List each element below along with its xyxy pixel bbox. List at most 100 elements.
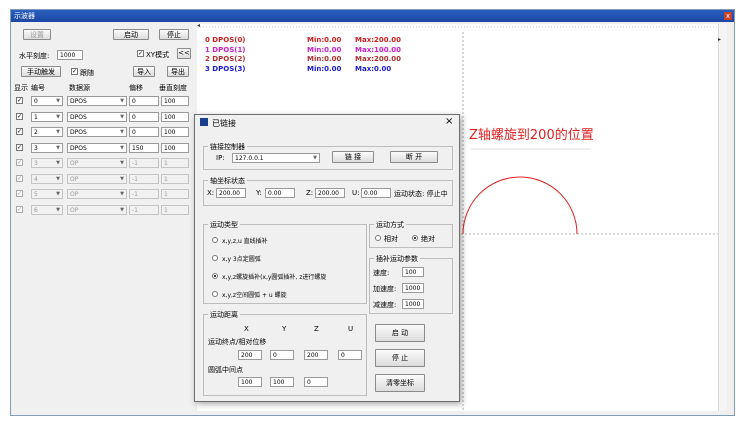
channel-source-select[interactable]: DPOS ▼ xyxy=(67,127,127,137)
accel-input[interactable]: 1000 xyxy=(402,283,424,293)
speed-input[interactable]: 100 xyxy=(402,267,424,277)
mid-y-input[interactable]: 100 xyxy=(270,377,294,387)
channel-source-select[interactable]: DPOS ▼ xyxy=(67,111,127,122)
motion-type-radio[interactable] xyxy=(212,273,218,279)
channel-source-chevron-icon[interactable]: ▼ xyxy=(118,128,126,136)
channel-source-chevron-icon[interactable]: ▼ xyxy=(118,206,126,214)
channel-number-chevron-icon[interactable]: ▼ xyxy=(54,97,62,105)
channel-vscale-input[interactable]: 1 xyxy=(161,173,189,184)
channel-number-select[interactable]: 3 ▼ xyxy=(31,142,63,153)
manual-trigger-button[interactable]: 手动触发 xyxy=(21,66,61,77)
channel-offset-input[interactable]: -1 xyxy=(129,158,159,168)
channel-source-chevron-icon[interactable]: ▼ xyxy=(118,113,126,121)
channel-show-checkbox[interactable]: ✓ xyxy=(16,205,23,213)
channel-source-select[interactable]: OP ▼ xyxy=(67,173,127,184)
channel-vscale-input[interactable]: 100 xyxy=(161,142,189,153)
collapse-panel-button[interactable]: << xyxy=(177,48,191,59)
xy-mode-checkbox[interactable]: ✓ xyxy=(137,50,144,57)
channel-number-chevron-icon[interactable]: ▼ xyxy=(54,159,62,167)
end-y-input[interactable]: 0 xyxy=(270,350,294,360)
channel-show-checkbox[interactable]: ✓ xyxy=(16,159,23,166)
channel-number-chevron-icon[interactable]: ▼ xyxy=(54,190,62,198)
dialog-stop-button[interactable]: 停 止 xyxy=(375,349,425,367)
channel-number-select[interactable]: 6 ▼ xyxy=(31,204,63,215)
channel-offset-input[interactable]: 0 xyxy=(129,127,159,137)
channel-source-chevron-icon[interactable]: ▼ xyxy=(118,97,126,105)
channel-number-chevron-icon[interactable]: ▼ xyxy=(54,206,62,214)
channel-offset-input[interactable]: 0 xyxy=(129,96,159,106)
disconnect-button[interactable]: 断 开 xyxy=(390,151,438,163)
channel-source-chevron-icon[interactable]: ▼ xyxy=(118,190,126,198)
channel-vscale-input[interactable]: 1 xyxy=(161,158,189,168)
channel-source-select[interactable]: DPOS ▼ xyxy=(67,142,127,153)
channel-number-select[interactable]: 5 ▼ xyxy=(31,189,63,199)
channel-number-chevron-icon[interactable]: ▼ xyxy=(54,175,62,183)
ip-dropdown-chevron-icon[interactable]: ▼ xyxy=(311,154,319,162)
end-z-input[interactable]: 200 xyxy=(304,350,328,360)
channel-show-checkbox[interactable]: ✓ xyxy=(16,128,23,135)
channel-offset-input[interactable]: 150 xyxy=(129,142,159,153)
end-x-input[interactable]: 200 xyxy=(238,350,262,360)
channel-source-select[interactable]: OP ▼ xyxy=(67,158,127,168)
mid-x-input[interactable]: 100 xyxy=(238,377,262,387)
motion-type-radio[interactable] xyxy=(212,255,218,261)
channel-vscale-input[interactable]: 100 xyxy=(161,127,189,137)
trace-min: Min:0.00 xyxy=(307,45,342,54)
channel-source-select[interactable]: DPOS ▼ xyxy=(67,96,127,106)
decel-input[interactable]: 1000 xyxy=(402,299,424,309)
channel-source-select[interactable]: OP ▼ xyxy=(67,204,127,215)
motion-type-radio[interactable] xyxy=(212,237,218,243)
channel-show-checkbox[interactable]: ✓ xyxy=(16,190,23,197)
mid-z-input[interactable]: 0 xyxy=(304,377,328,387)
settings-button[interactable]: 设置 xyxy=(23,29,51,40)
channel-number-value: 2 xyxy=(34,129,38,136)
plot-scroll-left-icon[interactable]: ◂ xyxy=(197,22,200,29)
channel-offset-input[interactable]: -1 xyxy=(129,173,159,184)
channel-show-checkbox[interactable]: ✓ xyxy=(16,97,23,104)
channel-source-chevron-icon[interactable]: ▼ xyxy=(118,159,126,167)
motion-type-label: x,y,z空间圆弧 + u 螺旋 xyxy=(222,292,287,299)
channel-source-chevron-icon[interactable]: ▼ xyxy=(118,175,126,183)
end-u-input[interactable]: 0 xyxy=(338,350,362,360)
motion-type-radio[interactable] xyxy=(212,291,218,297)
channel-offset-input[interactable]: 0 xyxy=(129,111,159,122)
channel-number-select[interactable]: 2 ▼ xyxy=(31,127,63,137)
dialog-start-button[interactable]: 启 动 xyxy=(375,324,425,342)
plot-scroll-right-icon[interactable]: ▸ xyxy=(718,36,721,43)
channel-offset-input[interactable]: -1 xyxy=(129,204,159,215)
import-button[interactable]: 导入 xyxy=(133,66,155,77)
channel-number-select[interactable]: 4 ▼ xyxy=(31,173,63,184)
stop-button[interactable]: 停止 xyxy=(159,29,189,40)
motion-type-group: 运动类型 x,y,z,u 直线插补 x,y 3点定圆弧 x,y,z螺旋插补(x,y圆… xyxy=(203,220,367,304)
channel-number-select[interactable]: 1 ▼ xyxy=(31,111,63,122)
dialog-close-icon[interactable]: × xyxy=(445,116,453,127)
channel-show-checkbox[interactable]: ✓ xyxy=(16,112,23,120)
horizontal-scale-input[interactable]: 1000 xyxy=(57,50,83,60)
channel-number-select[interactable]: 0 ▼ xyxy=(31,96,63,106)
col-y-header: Y xyxy=(282,325,287,333)
channel-number-select[interactable]: 3 ▼ xyxy=(31,158,63,168)
link-button[interactable]: 链 接 xyxy=(332,151,374,163)
export-button[interactable]: 导出 xyxy=(167,66,189,77)
follow-checkbox[interactable]: ✓ xyxy=(71,68,78,75)
channel-number-chevron-icon[interactable]: ▼ xyxy=(54,144,62,152)
mode-relative-radio[interactable] xyxy=(375,235,381,241)
ip-select[interactable]: 127.0.0.1 ▼ xyxy=(232,153,320,163)
mode-absolute-radio[interactable] xyxy=(412,235,418,241)
channel-number-chevron-icon[interactable]: ▼ xyxy=(54,113,62,121)
channel-offset-input[interactable]: -1 xyxy=(129,189,159,199)
channel-source-chevron-icon[interactable]: ▼ xyxy=(118,144,126,152)
plot-vertical-scrollbar[interactable] xyxy=(718,24,727,411)
channel-number-chevron-icon[interactable]: ▼ xyxy=(54,128,62,136)
channel-source-select[interactable]: OP ▼ xyxy=(67,189,127,199)
channel-vscale-input[interactable]: 1 xyxy=(161,204,189,215)
zero-coords-button[interactable]: 清零坐标 xyxy=(375,374,425,392)
channel-show-checkbox[interactable]: ✓ xyxy=(16,143,23,151)
channel-show-checkbox[interactable]: ✓ xyxy=(16,174,23,182)
channel-vscale-input[interactable]: 1 xyxy=(161,189,189,199)
channel-number-value: 3 xyxy=(34,160,38,167)
start-button[interactable]: 启动 xyxy=(113,29,149,40)
channel-vscale-input[interactable]: 100 xyxy=(161,96,189,106)
window-close-icon[interactable]: x xyxy=(724,12,732,20)
channel-vscale-input[interactable]: 100 xyxy=(161,111,189,122)
